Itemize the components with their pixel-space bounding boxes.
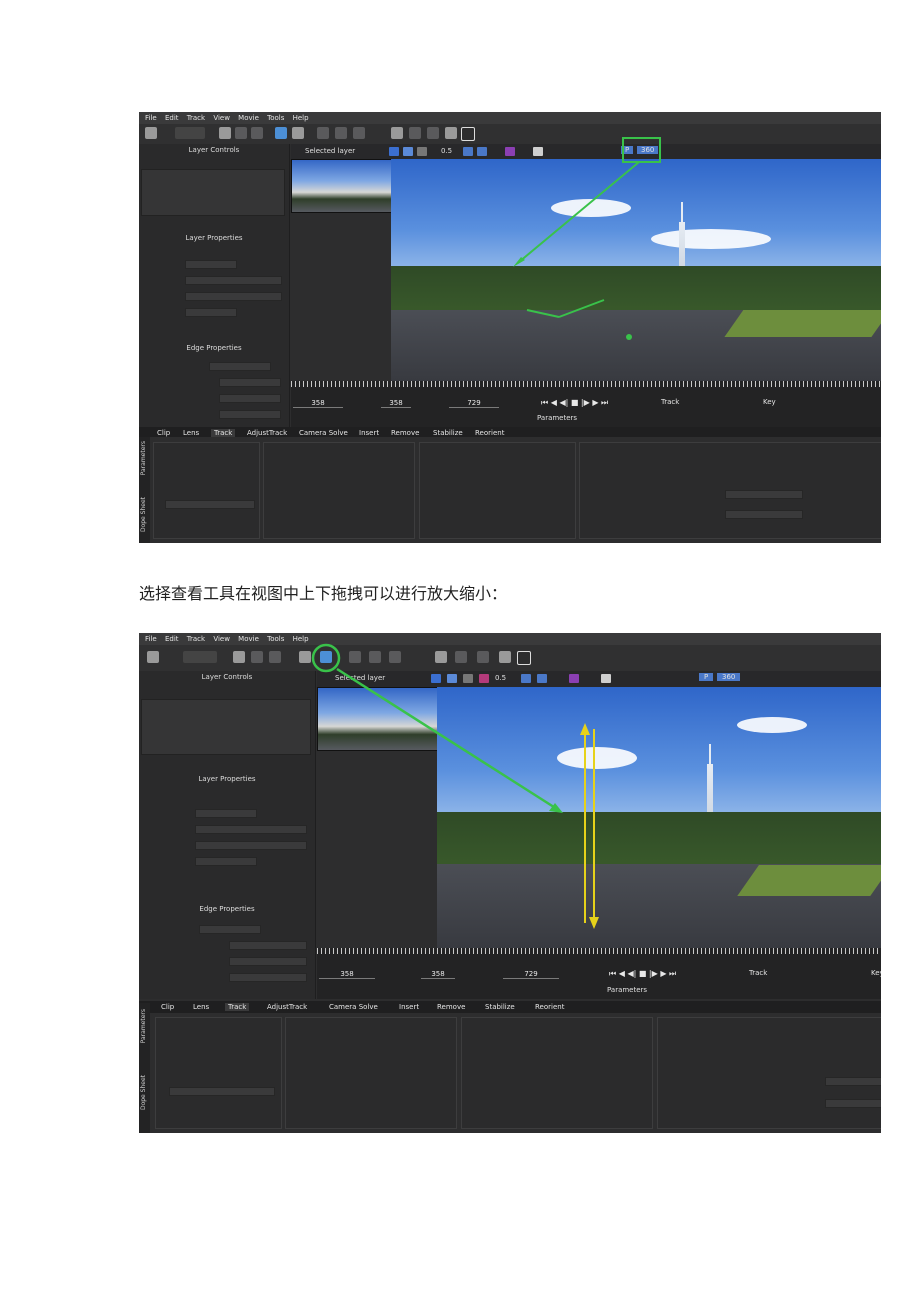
screenshot-bottom: File Edit Track View Movie Tools Help La… [139, 633, 881, 1133]
pointer-arrow [336, 667, 558, 811]
screenshot-top: File Edit Track View Movie Tools Help La… [139, 112, 881, 543]
caption: 选择查看工具在视图中上下拖拽可以进行放大缩小： [139, 584, 508, 603]
annotation-overlay [311, 643, 599, 929]
highlight-360-box [622, 137, 661, 163]
track-line-2 [558, 299, 605, 318]
pointer-arrow [518, 161, 640, 263]
highlight-zoom-circle [311, 643, 341, 673]
track-line-1 [526, 309, 560, 318]
drag-up-arrowhead [580, 723, 590, 735]
drag-down-arrowhead [589, 917, 599, 929]
track-point [626, 334, 632, 340]
annotation-overlay [513, 137, 661, 340]
